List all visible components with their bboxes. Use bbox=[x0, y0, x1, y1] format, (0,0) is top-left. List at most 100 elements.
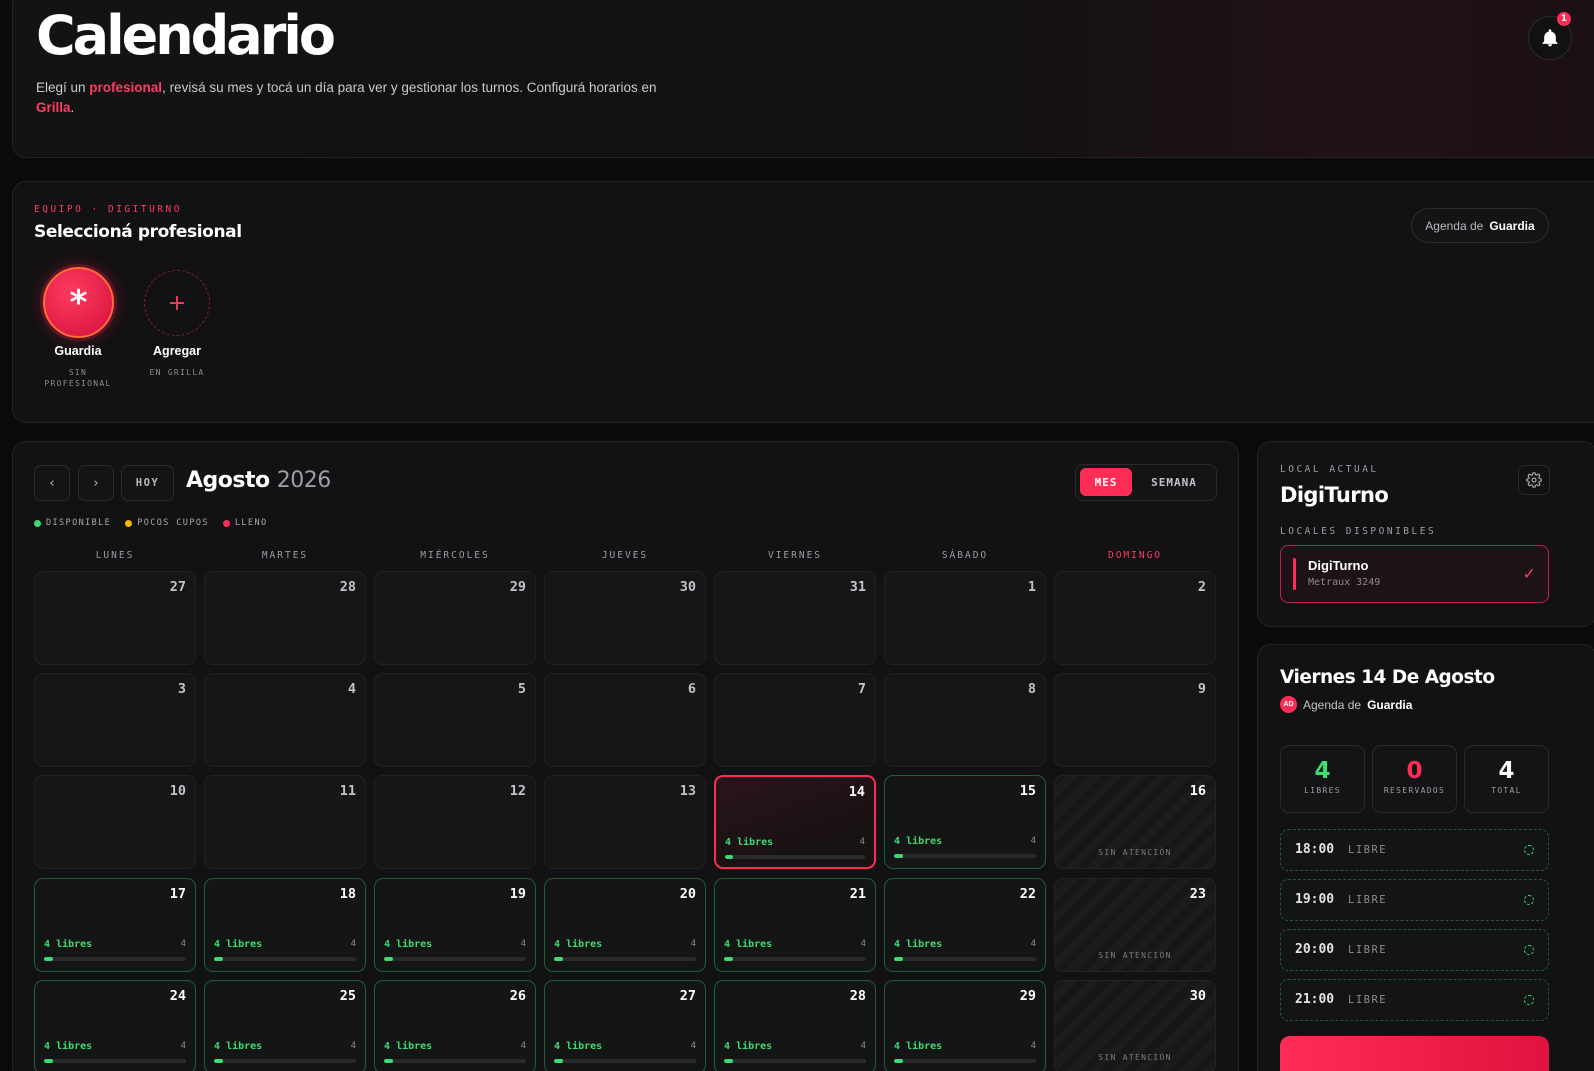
calendar-day[interactable]: 15 4 libres 4 bbox=[884, 775, 1046, 869]
calendar-day[interactable]: 30 bbox=[544, 571, 706, 665]
day-number: 22 bbox=[1019, 886, 1036, 902]
calendar-day[interactable]: 27 4 libres 4 bbox=[544, 980, 706, 1071]
day-number: 13 bbox=[679, 783, 696, 799]
day-agenda-prefix: Agenda de bbox=[1303, 697, 1362, 712]
capacity: 4 bbox=[520, 939, 526, 949]
calendar-day[interactable]: 23 SIN ATENCIÓN bbox=[1054, 878, 1216, 972]
calendar-day[interactable]: 13 bbox=[544, 775, 706, 869]
professional-avatar-guardia[interactable]: * bbox=[43, 267, 114, 338]
day-number: 12 bbox=[509, 783, 526, 799]
next-month-button[interactable]: › bbox=[78, 465, 114, 501]
day-number: 4 bbox=[347, 681, 356, 697]
stat-box: 0 RESERVADOS bbox=[1372, 745, 1457, 813]
calendar-day[interactable]: 19 4 libres 4 bbox=[374, 878, 536, 972]
calendar-day[interactable]: 14 4 libres 4 bbox=[714, 775, 876, 869]
primary-action-button[interactable] bbox=[1280, 1036, 1549, 1071]
calendar-day[interactable]: 5 bbox=[374, 673, 536, 767]
calendar-day[interactable]: 24 4 libres 4 bbox=[34, 980, 196, 1071]
calendar-day[interactable]: 9 bbox=[1054, 673, 1216, 767]
legend-dot bbox=[125, 519, 133, 527]
availability-bar bbox=[554, 1059, 696, 1063]
availability-bar bbox=[894, 957, 1036, 961]
gear-icon bbox=[1526, 472, 1542, 488]
calendar-day[interactable]: 28 4 libres 4 bbox=[714, 980, 876, 1071]
grilla-link[interactable]: Grilla bbox=[36, 100, 71, 115]
calendar-day[interactable]: 20 4 libres 4 bbox=[544, 878, 706, 972]
calendar-day[interactable]: 22 4 libres 4 bbox=[884, 878, 1046, 972]
calendar-day[interactable]: 31 bbox=[714, 571, 876, 665]
profesional-link[interactable]: profesional bbox=[89, 80, 162, 95]
page-description: Elegí un profesional, revisá su mes y to… bbox=[36, 80, 657, 115]
calendar-day[interactable]: 8 bbox=[884, 673, 1046, 767]
calendar-day[interactable]: 30 SIN ATENCIÓN bbox=[1054, 980, 1216, 1071]
time-slot[interactable]: 20:00 LIBRE bbox=[1280, 929, 1549, 971]
capacity: 4 bbox=[860, 1041, 866, 1051]
day-number: 1 bbox=[1027, 579, 1036, 595]
local-label: LOCAL ACTUAL bbox=[1280, 464, 1379, 475]
time-slot[interactable]: 21:00 LIBRE bbox=[1280, 979, 1549, 1021]
availability-bar bbox=[44, 957, 186, 961]
calendar-day[interactable]: 28 bbox=[204, 571, 366, 665]
add-professional-label: Agregar bbox=[153, 344, 201, 358]
capacity: 4 bbox=[860, 939, 866, 949]
availability-bar-fill bbox=[554, 1059, 563, 1063]
legend-dot bbox=[222, 519, 230, 527]
weekday-header: MARTES bbox=[261, 550, 309, 561]
capacity: 4 bbox=[520, 1041, 526, 1051]
calendar-day[interactable]: 16 SIN ATENCIÓN bbox=[1054, 775, 1216, 869]
calendar-day[interactable]: 29 bbox=[374, 571, 536, 665]
availability-bar bbox=[724, 1059, 866, 1063]
calendar-day[interactable]: 29 4 libres 4 bbox=[884, 980, 1046, 1071]
day-number: 30 bbox=[679, 579, 696, 595]
calendar-day[interactable]: 11 bbox=[204, 775, 366, 869]
calendar-day[interactable]: 1 bbox=[884, 571, 1046, 665]
slot-status: LIBRE bbox=[1348, 844, 1388, 856]
availability-bar-fill bbox=[724, 1059, 733, 1063]
calendar-day[interactable]: 18 4 libres 4 bbox=[204, 878, 366, 972]
plus-icon: + bbox=[167, 290, 187, 316]
day-number: 29 bbox=[509, 579, 526, 595]
weekday-header: SÁBADO bbox=[941, 550, 989, 561]
asterisk-icon: * bbox=[69, 282, 88, 323]
calendar-day[interactable]: 2 bbox=[1054, 571, 1216, 665]
calendar-day[interactable]: 27 bbox=[34, 571, 196, 665]
availability-bar-fill bbox=[894, 1059, 903, 1063]
calendar-day[interactable]: 26 4 libres 4 bbox=[374, 980, 536, 1071]
day-agenda-name: Guardia bbox=[1367, 697, 1413, 712]
local-settings-button[interactable] bbox=[1518, 465, 1550, 495]
availability-bar-fill bbox=[894, 957, 903, 961]
calendar-day[interactable]: 7 bbox=[714, 673, 876, 767]
agenda-pill[interactable]: Agenda de Guardia bbox=[1411, 208, 1549, 243]
availability-bar bbox=[554, 957, 696, 961]
availability-bar bbox=[894, 854, 1036, 858]
calendar-day[interactable]: 4 bbox=[204, 673, 366, 767]
add-professional-button[interactable]: + bbox=[144, 270, 210, 336]
calendar-day[interactable]: 17 4 libres 4 bbox=[34, 878, 196, 972]
calendar-day[interactable]: 3 bbox=[34, 673, 196, 767]
calendar-day[interactable]: 12 bbox=[374, 775, 536, 869]
local-item-digiturno[interactable]: DigiTurno Metraux 3249 ✓ bbox=[1280, 545, 1549, 603]
time-slot[interactable]: 18:00 LIBRE bbox=[1280, 829, 1549, 871]
day-number: 8 bbox=[1027, 681, 1036, 697]
stat-box: 4 TOTAL bbox=[1464, 745, 1549, 813]
calendar-day[interactable]: 10 bbox=[34, 775, 196, 869]
day-number: 28 bbox=[339, 579, 356, 595]
day-number: 6 bbox=[687, 681, 696, 697]
view-week-button[interactable]: SEMANA bbox=[1140, 468, 1208, 496]
today-button[interactable]: HOY bbox=[121, 465, 174, 501]
slot-time: 20:00 bbox=[1295, 942, 1335, 957]
capacity: 4 bbox=[350, 1041, 356, 1051]
time-slot[interactable]: 19:00 LIBRE bbox=[1280, 879, 1549, 921]
legend-item: LLENO bbox=[222, 518, 268, 528]
view-month-button[interactable]: MES bbox=[1080, 468, 1132, 496]
day-number: 25 bbox=[339, 988, 356, 1004]
calendar-day[interactable]: 6 bbox=[544, 673, 706, 767]
availability-bar-fill bbox=[554, 957, 563, 961]
slot-status-icon bbox=[1524, 845, 1534, 855]
calendar-day[interactable]: 25 4 libres 4 bbox=[204, 980, 366, 1071]
calendar-day[interactable]: 21 4 libres 4 bbox=[714, 878, 876, 972]
capacity: 4 bbox=[690, 1041, 696, 1051]
prev-month-button[interactable]: ‹ bbox=[34, 465, 70, 501]
closed-label: SIN ATENCIÓN bbox=[1098, 951, 1172, 960]
page-title: Calendario bbox=[36, 4, 336, 67]
